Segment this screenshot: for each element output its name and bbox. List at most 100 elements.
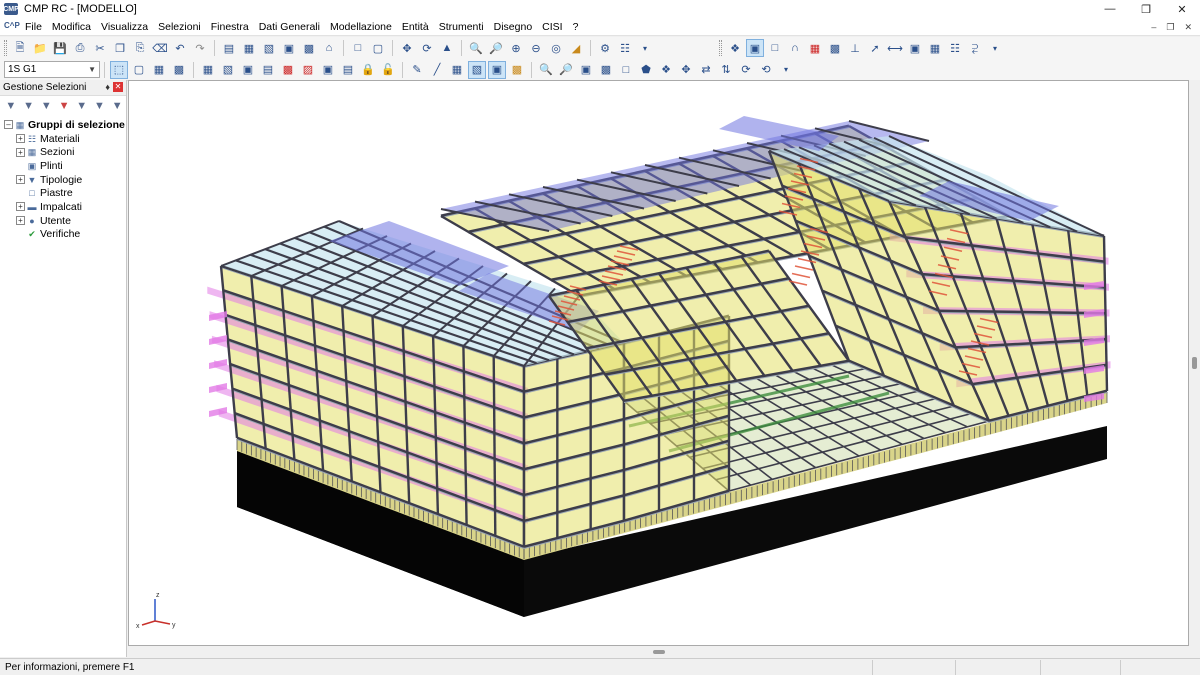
cut-icon[interactable]: ✂ — [91, 39, 109, 57]
draw-line-icon[interactable]: ╱ — [428, 61, 446, 79]
expand-icon[interactable]: + — [16, 216, 25, 226]
structure-icon[interactable]: ▦ — [240, 39, 258, 57]
group-a-icon[interactable]: ▦ — [199, 61, 217, 79]
frame-icon[interactable]: ▩ — [300, 39, 318, 57]
menu-help[interactable]: ? — [568, 18, 584, 36]
group-h-icon[interactable]: ▤ — [339, 61, 357, 79]
menu-logo-icon[interactable]: C^P — [4, 21, 20, 33]
mirror-icon[interactable]: ▲ — [438, 39, 456, 57]
toolbar-more-2-icon[interactable]: ▾ — [986, 39, 1004, 57]
view-section-icon[interactable]: ▩ — [826, 39, 844, 57]
view-axis-icon[interactable]: ⊥ — [846, 39, 864, 57]
view-arrow-icon[interactable]: ➚ — [866, 39, 884, 57]
filter-c-icon[interactable]: ▣ — [488, 60, 506, 79]
window-a-icon[interactable]: □ — [349, 39, 367, 57]
rotate-axis-icon[interactable]: ⟳ — [737, 61, 755, 79]
filter-more-icon[interactable]: ▼ — [108, 98, 126, 114]
tree-item-sezioni[interactable]: + ▦ Sezioni — [4, 145, 126, 159]
orbit-icon[interactable]: ❖ — [657, 61, 675, 79]
menu-modifica[interactable]: Modifica — [47, 18, 96, 36]
toolbar-grip[interactable] — [4, 40, 7, 56]
level-combo[interactable]: 1S G1 ▼ — [4, 61, 100, 78]
solid-d-icon[interactable]: ⬟ — [637, 61, 655, 79]
filter-copy-icon[interactable]: ▼ — [73, 98, 91, 114]
group-e-icon[interactable]: ▩ — [279, 61, 297, 79]
filter-add-icon[interactable]: ▼ — [2, 98, 20, 114]
menu-entita[interactable]: Entità — [397, 18, 434, 36]
zoom-out-icon[interactable]: ⊖ — [527, 39, 545, 57]
rotate-icon[interactable]: ⟳ — [418, 39, 436, 57]
vertical-scroll-thumb[interactable] — [1192, 357, 1197, 369]
menu-disegno[interactable]: Disegno — [489, 18, 538, 36]
group-b-icon[interactable]: ▧ — [219, 61, 237, 79]
tree-item-impalcati[interactable]: + ▬ Impalcati — [4, 200, 126, 214]
zoom-all-icon[interactable]: ◎ — [547, 39, 565, 57]
house-icon[interactable]: ⌂ — [320, 39, 338, 57]
group-c-icon[interactable]: ▣ — [239, 61, 257, 79]
minimize-icon[interactable]: — — [1092, 0, 1128, 18]
options-icon[interactable]: ☷ — [616, 39, 634, 57]
open-folder-icon[interactable]: 📁 — [31, 39, 49, 57]
menu-dati-generali[interactable]: Dati Generali — [254, 18, 325, 36]
lock-icon[interactable]: 🔒 — [359, 61, 377, 79]
select-window-icon[interactable]: ⬚ — [110, 60, 128, 79]
tree-item-tipologie[interactable]: + ▼ Tipologie — [4, 173, 126, 187]
zoom-window-icon[interactable]: 🔎 — [487, 39, 505, 57]
zoom-icon[interactable]: 🔍 — [467, 39, 485, 57]
window-b-icon[interactable]: ▢ — [369, 39, 387, 57]
find-next-icon[interactable]: 🔎 — [557, 61, 575, 79]
move-icon[interactable]: ✥ — [398, 39, 416, 57]
view-select-icon[interactable]: ▦ — [926, 39, 944, 57]
horizontal-scroll-thumb[interactable] — [653, 650, 665, 654]
tree-item-piastre[interactable]: □ Piastre — [4, 186, 126, 200]
close-icon[interactable]: ✕ — [1164, 0, 1200, 18]
select-grid-icon[interactable]: ▦ — [150, 61, 168, 79]
restore-icon[interactable]: ❐ — [1128, 0, 1164, 18]
expand-icon[interactable]: + — [16, 202, 25, 212]
view-solid-icon[interactable]: ▣ — [746, 39, 764, 57]
sheet-icon[interactable]: ▣ — [280, 39, 298, 57]
expand-icon[interactable]: + — [16, 147, 25, 157]
pin-icon[interactable]: ♦ — [105, 82, 110, 92]
paste-icon[interactable]: ⎘ — [131, 39, 149, 57]
view-fit-icon[interactable]: ▣ — [906, 39, 924, 57]
group-f-icon[interactable]: ▨ — [299, 61, 317, 79]
rotate-free-icon[interactable]: ⟲ — [757, 61, 775, 79]
toolbar-more-3-icon[interactable]: ▾ — [777, 61, 795, 79]
new-file-icon[interactable]: 🗎 — [11, 39, 29, 57]
menu-finestra[interactable]: Finestra — [206, 18, 254, 36]
building-model-3d[interactable]: z y x — [129, 81, 1188, 645]
solid-b-icon[interactable]: ▩ — [597, 61, 615, 79]
unlock-icon[interactable]: 🔓 — [379, 61, 397, 79]
view-bracket-icon[interactable]: ⥻ — [966, 39, 984, 57]
pan-icon[interactable]: ✥ — [677, 61, 695, 79]
toolbar-more-icon[interactable]: ▾ — [636, 39, 654, 57]
menu-strumenti[interactable]: Strumenti — [434, 18, 489, 36]
tree-item-utente[interactable]: + ● Utente — [4, 214, 126, 228]
rotate-horizontal-icon[interactable]: ⇄ — [697, 61, 715, 79]
view-nodes-icon[interactable]: ▦ — [806, 39, 824, 57]
group-g-icon[interactable]: ▣ — [319, 61, 337, 79]
view-frame-icon[interactable]: ∩ — [786, 39, 804, 57]
vertical-scrollbar[interactable] — [1189, 80, 1200, 646]
solid-c-icon[interactable]: □ — [617, 61, 635, 79]
solid-a-icon[interactable]: ▣ — [577, 61, 595, 79]
filter-remove-icon[interactable]: ▼ — [37, 98, 55, 114]
expand-icon[interactable]: + — [16, 134, 25, 144]
mdi-minimize-icon[interactable]: – — [1151, 18, 1156, 36]
menu-modellazione[interactable]: Modellazione — [325, 18, 397, 36]
filter-b-icon[interactable]: ▧ — [468, 60, 486, 79]
expand-icon[interactable]: + — [16, 175, 25, 185]
zoom-in-icon[interactable]: ⊕ — [507, 39, 525, 57]
print-icon[interactable]: ⎙ — [71, 39, 89, 57]
filter-edit-icon[interactable]: ▼ — [20, 98, 38, 114]
filter-paste-icon[interactable]: ▼ — [91, 98, 109, 114]
pencil-icon[interactable]: ✎ — [408, 61, 426, 79]
mdi-restore-icon[interactable]: ❐ — [1166, 18, 1174, 36]
redo-icon[interactable]: ↷ — [191, 39, 209, 57]
filter-clear-icon[interactable]: ▼ — [55, 98, 73, 114]
select-cross-icon[interactable]: ▢ — [130, 61, 148, 79]
layers-icon[interactable]: ▧ — [260, 39, 278, 57]
tree-root[interactable]: – ▦ Gruppi di selezione — [4, 118, 126, 132]
horizontal-scrollbar[interactable] — [128, 646, 1189, 657]
